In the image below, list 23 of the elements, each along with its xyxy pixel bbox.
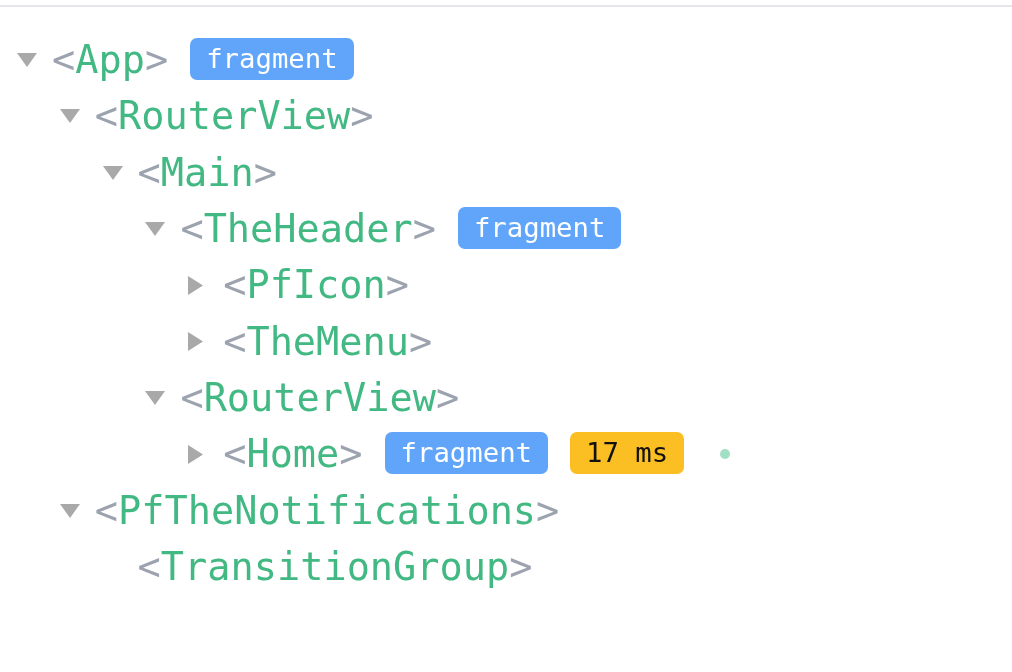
caret-down-icon[interactable] [145, 222, 166, 237]
component-tag[interactable]: <PfTheNotifications> [94, 487, 560, 534]
caret-down-icon[interactable] [59, 503, 80, 518]
caret-right-icon[interactable] [188, 275, 204, 295]
fragment-badge: fragment [384, 431, 549, 474]
component-tag[interactable]: <RouterView> [94, 93, 374, 140]
component-tag[interactable]: <TheHeader> [180, 206, 436, 253]
caret-down-icon[interactable] [17, 53, 37, 68]
caret-down-icon[interactable] [59, 109, 80, 124]
component-tag[interactable]: <RouterView> [180, 374, 460, 421]
caret-down-icon[interactable] [145, 390, 166, 405]
component-tag[interactable]: <TheMenu> [223, 318, 433, 365]
component-tag[interactable]: <App> [52, 37, 169, 84]
render-time-badge: 17 ms [570, 431, 685, 474]
fragment-badge: fragment [457, 206, 622, 249]
component-tag[interactable]: <Main> [137, 149, 277, 196]
fragment-badge: fragment [190, 37, 354, 80]
caret-right-icon[interactable] [188, 444, 204, 464]
caret-right-icon[interactable] [188, 332, 204, 352]
component-tag[interactable]: <TransitionGroup> [137, 543, 533, 590]
component-tag[interactable]: <PfIcon> [223, 262, 409, 309]
component-tag[interactable]: <Home> [223, 431, 363, 478]
caret-down-icon[interactable] [102, 165, 123, 180]
